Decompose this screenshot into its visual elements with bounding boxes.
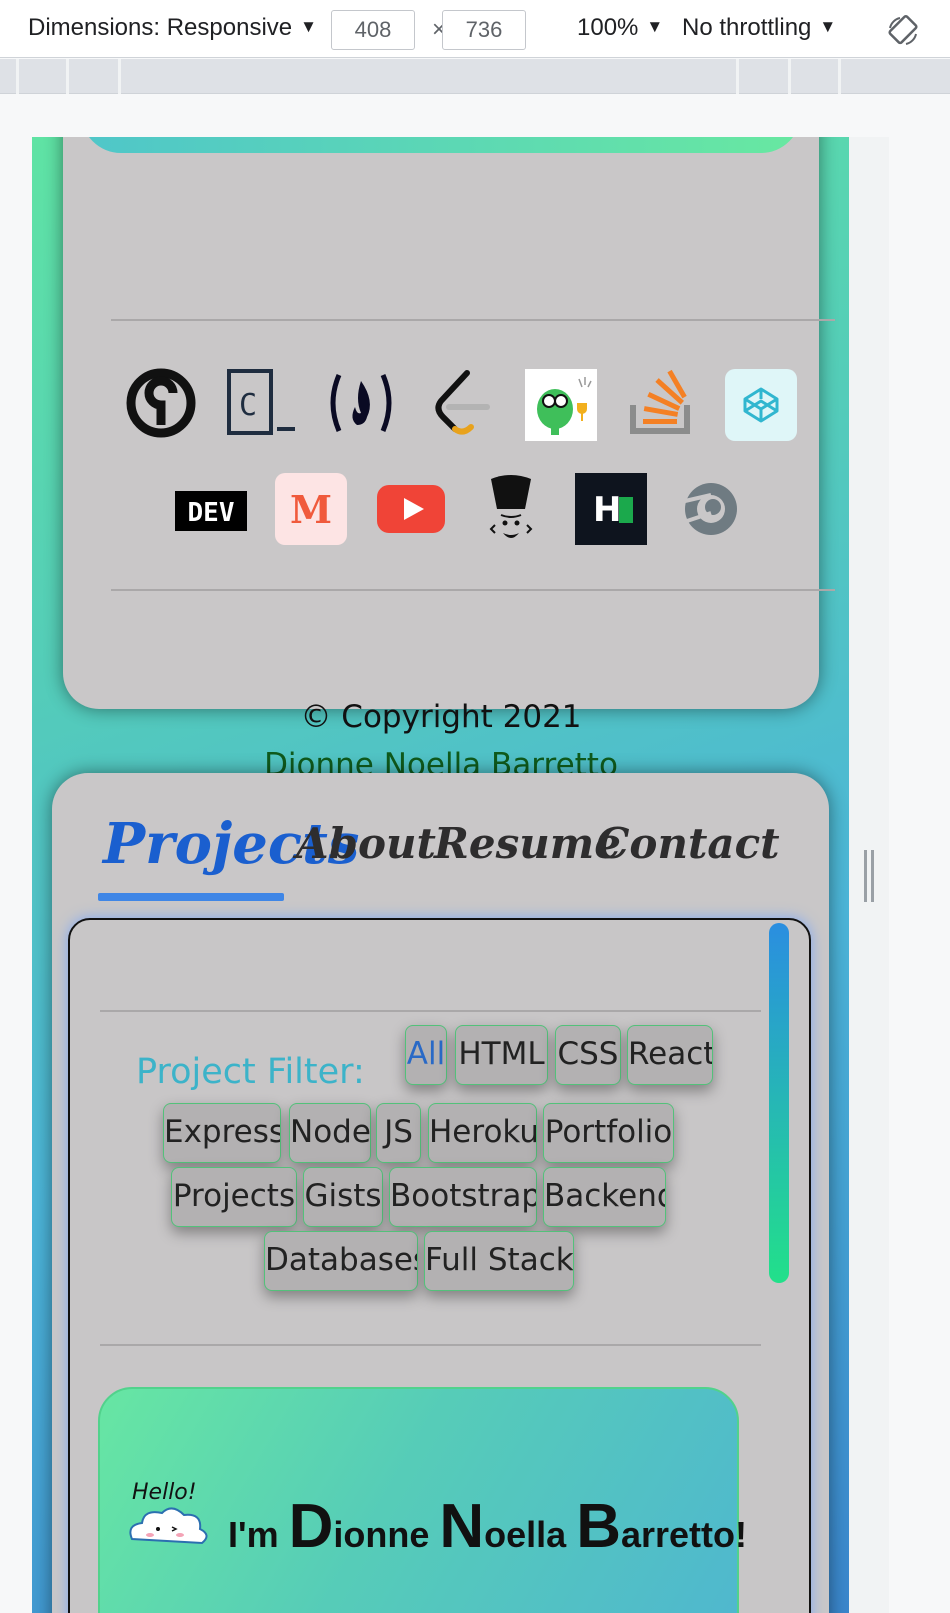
filter-react-button[interactable]: React [627, 1025, 713, 1085]
tab-resume[interactable]: Resume [434, 819, 621, 868]
dimensions-label: Dimensions: Responsive [28, 14, 293, 41]
hello-cloud-icon: Hello! [129, 1480, 208, 1545]
zoom-label: 100% [577, 14, 639, 41]
filter-js-button[interactable]: JS [376, 1103, 421, 1163]
filter-portfolio-button[interactable]: Portfolio [543, 1103, 674, 1163]
hello-text: Hello! [132, 1480, 197, 1505]
filter-databases-button[interactable]: Databases [264, 1231, 418, 1291]
name-rest: oella [484, 1514, 577, 1555]
filter-html-button[interactable]: HTML [455, 1025, 548, 1085]
filter-express-button[interactable]: Express [163, 1103, 281, 1163]
hackerrank-text: H [593, 490, 621, 530]
filter-full-stack-button[interactable]: Full Stack [424, 1231, 574, 1291]
divider [100, 1010, 761, 1012]
filter-all-button[interactable]: All [405, 1025, 447, 1085]
devtools-toolbar: Dimensions: Responsive ▼ 408 × 736 100% ▼ … [0, 0, 950, 58]
open-collective-icon[interactable] [125, 367, 197, 439]
filter-css-button[interactable]: CSS [555, 1025, 621, 1085]
dev-icon[interactable]: DEV [175, 475, 247, 547]
width-input[interactable]: 408 [331, 10, 415, 50]
rotate-icon[interactable] [886, 14, 920, 48]
media-query-ruler[interactable] [0, 59, 950, 94]
intro-card: Hello! I'm Dionne Noella Barretto! [98, 1387, 747, 1613]
youtube-icon[interactable] [375, 473, 447, 545]
footer-top-gradient [81, 137, 801, 153]
dev-text: DEV [188, 498, 235, 528]
page-viewport: C DEV M H © Copyright 2021 Dionne Noella… [32, 137, 849, 1613]
name-rest: arretto! [620, 1514, 747, 1555]
divider [111, 589, 835, 591]
name-initial: D [288, 1492, 334, 1561]
stack-overflow-icon[interactable] [625, 367, 697, 439]
filter-bootstrap-button[interactable]: Bootstrap [389, 1167, 537, 1227]
divider [100, 1344, 761, 1346]
kaggle-mascot-icon[interactable] [525, 369, 597, 441]
codecademy-icon[interactable]: C [225, 367, 297, 439]
footer-card: C DEV M H © Copyright 2021 Dionne Noella… [63, 137, 835, 783]
medium-icon[interactable]: M [275, 473, 347, 545]
codepen-icon[interactable] [725, 369, 797, 441]
divider [111, 319, 835, 321]
tab-contact[interactable]: Contact [596, 819, 780, 868]
filter-gists-button[interactable]: Gists [303, 1167, 383, 1227]
freecodecamp-icon[interactable] [325, 367, 397, 439]
chef-icon[interactable] [475, 473, 547, 545]
tab-about[interactable]: About [296, 819, 436, 868]
project-filter-label: Project Filter: [136, 1052, 365, 1092]
throttling-label: No throttling [682, 14, 812, 41]
name-rest: ionne [333, 1514, 440, 1555]
leetcode-icon[interactable] [425, 367, 497, 439]
dropdown-arrow-icon: ▼ [300, 17, 317, 36]
intro-title: I'm Dionne Noella Barretto! [228, 1491, 747, 1562]
dimensions-dropdown[interactable]: Dimensions: Responsive ▼ [28, 14, 317, 42]
copyright-text: © Copyright 2021 [300, 699, 582, 735]
resize-handle[interactable] [864, 850, 874, 902]
dropdown-arrow-icon: ▼ [646, 17, 664, 36]
panel-scrollbar[interactable] [769, 923, 789, 1283]
filter-heroku-button[interactable]: Heroku [428, 1103, 537, 1163]
dropdown-arrow-icon: ▼ [819, 17, 837, 36]
filter-backend-button[interactable]: Backend [543, 1167, 666, 1227]
filter-projects-button[interactable]: Projects [171, 1167, 297, 1227]
zoom-dropdown[interactable]: 100% ▼ [577, 14, 663, 42]
intro-prefix: I'm [228, 1514, 289, 1555]
throttling-dropdown[interactable]: No throttling ▼ [682, 14, 836, 42]
name-initial: N [439, 1492, 485, 1561]
name-initial: B [576, 1492, 621, 1561]
height-input[interactable]: 736 [442, 10, 526, 50]
codecademy-letter: C [239, 388, 257, 423]
hackerrank-icon[interactable]: H [575, 473, 647, 545]
active-tab-indicator [98, 893, 284, 901]
medium-text: M [290, 487, 332, 532]
blender-icon[interactable] [675, 473, 747, 545]
filter-node-button[interactable]: Node [289, 1103, 371, 1163]
